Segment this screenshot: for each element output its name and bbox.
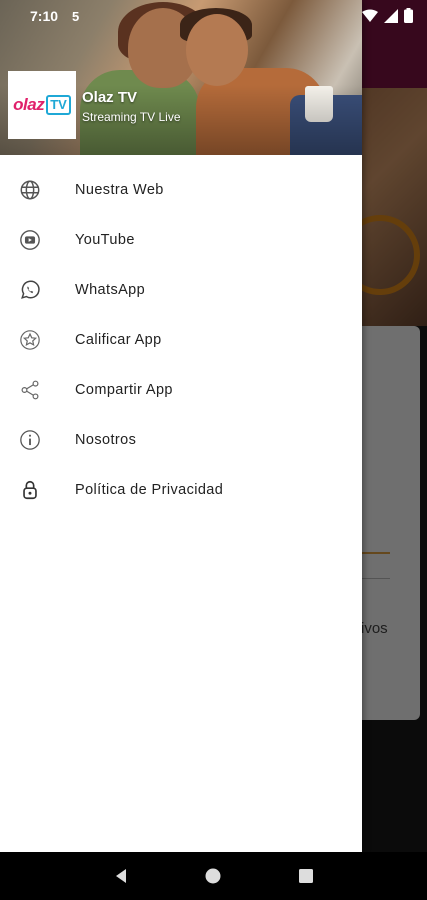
menu-item-youtube[interactable]: YouTube [0, 215, 362, 265]
wifi-icon [362, 9, 378, 28]
menu-item-label: YouTube [75, 232, 135, 248]
star-icon [18, 328, 42, 352]
status-bar: 7:10 5 [0, 0, 427, 32]
status-icons [362, 8, 413, 28]
share-icon [18, 378, 42, 402]
system-navigation-bar [0, 852, 427, 900]
menu-item-whatsapp[interactable]: WhatsApp [0, 265, 362, 315]
youtube-icon [18, 228, 42, 252]
sim-indicator: 5 [72, 8, 80, 24]
status-time: 7:10 [30, 8, 59, 24]
logo-badge: TV [46, 95, 71, 115]
logo-text: olaz [13, 95, 45, 114]
menu-item-label: Compartir App [75, 382, 173, 398]
app-logo: olaz TV [8, 71, 76, 139]
menu-item-label: Nosotros [75, 432, 137, 448]
menu-item-label: Política de Privacidad [75, 482, 224, 498]
home-icon[interactable] [193, 856, 233, 896]
globe-icon [18, 178, 42, 202]
navigation-drawer: olaz TV Olaz TV Streaming TV Live Nuestr… [0, 0, 362, 852]
menu-item-label: WhatsApp [75, 282, 146, 298]
back-icon[interactable] [101, 856, 141, 896]
app-subtitle: Streaming TV Live [82, 110, 181, 124]
menu-item-compartir-app[interactable]: Compartir App [0, 365, 362, 415]
menu-item-calificar-app[interactable]: Calificar App [0, 315, 362, 365]
signal-icon [384, 8, 398, 28]
app-title: Olaz TV [82, 89, 138, 106]
menu-item-label: Calificar App [75, 332, 162, 348]
menu-item-nuestra-web[interactable]: Nuestra Web [0, 165, 362, 215]
menu-item-politica-privacidad[interactable]: Política de Privacidad [0, 465, 362, 515]
lock-icon [18, 478, 42, 502]
info-icon [18, 428, 42, 452]
whatsapp-icon [18, 278, 42, 302]
menu-item-label: Nuestra Web [75, 182, 164, 198]
menu-item-nosotros[interactable]: Nosotros [0, 415, 362, 465]
recents-icon[interactable] [286, 856, 326, 896]
battery-icon [404, 8, 413, 28]
drawer-menu: Nuestra Web YouTube WhatsApp Calificar A… [0, 155, 362, 515]
